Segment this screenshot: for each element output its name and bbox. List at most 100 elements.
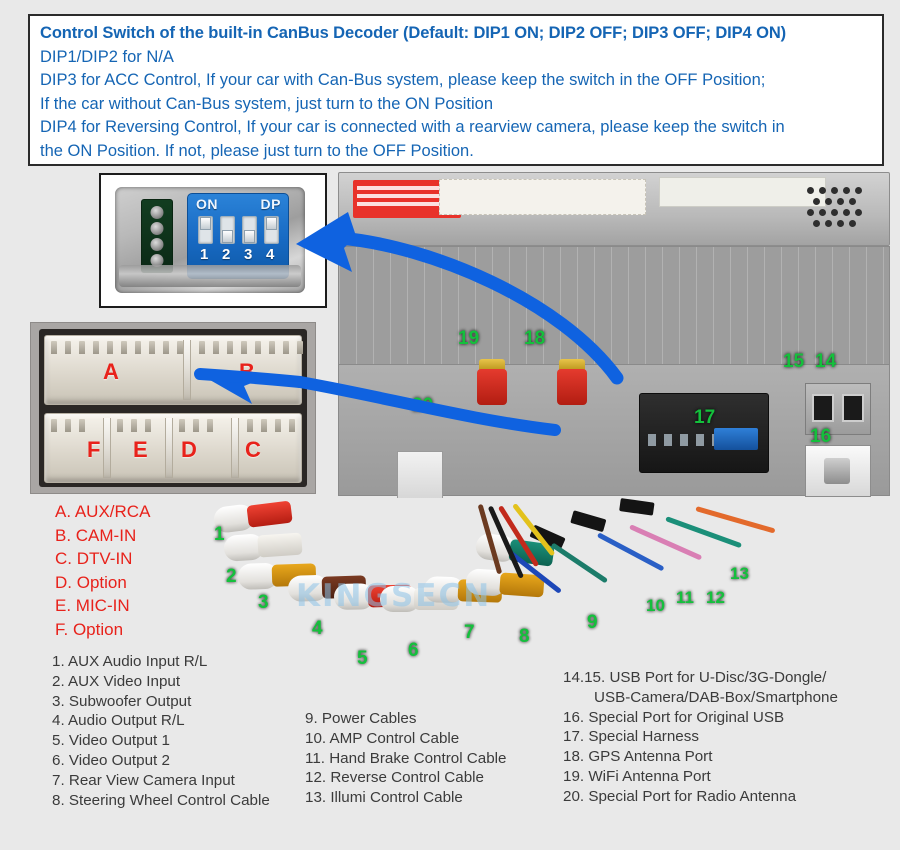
- head-unit-rear-photo: [318, 168, 900, 498]
- callout-4: 4: [312, 618, 323, 639]
- callout-7: 7: [464, 622, 475, 643]
- device-top-panel: [338, 172, 890, 246]
- callout-11: 11: [676, 588, 694, 607]
- callout-10: 10: [646, 596, 665, 615]
- connector-letter-e: E: [133, 437, 148, 462]
- connector-row-bottom: [44, 413, 302, 483]
- device-rear-panel: [338, 359, 890, 498]
- legend-item: 1. AUX Audio Input R/L: [52, 653, 208, 670]
- cable-tag-amp: [619, 498, 655, 516]
- connector-letter-d: D: [181, 437, 197, 462]
- letter-legend-item: C. DTV-IN: [55, 549, 133, 568]
- letter-legend-item: F. Option: [55, 619, 124, 639]
- harness-blue-block: [714, 428, 758, 450]
- letter-legend-item: B. CAM-IN: [55, 525, 137, 545]
- legend-item: 19. WiFi Antenna Port: [563, 767, 711, 785]
- wiring-connector-block-photo: A B F E D C: [30, 322, 316, 494]
- letter-legend: A. AUX/RCA B. CAM-IN C. DTV-IN D. Option…: [55, 500, 150, 641]
- legend-item: 4. Audio Output R/L: [52, 712, 185, 730]
- callout-1: 1: [214, 524, 225, 545]
- cable-tag-gnd: [570, 510, 607, 533]
- callout-14: 14: [815, 351, 837, 372]
- dip-number-2: 2: [222, 246, 231, 263]
- callout-8: 8: [519, 626, 530, 647]
- dip-switch-2[interactable]: [220, 216, 235, 244]
- watermark: KINGSECN: [296, 578, 492, 614]
- connector-letter-f: F: [87, 437, 101, 462]
- legend-item: USB-Camera/DAB-Box/Smartphone: [594, 688, 838, 706]
- legend-item: 7. Rear View Camera Input: [52, 771, 235, 789]
- dip-dp-label: DP: [260, 196, 281, 212]
- callout-20: 20: [412, 395, 434, 416]
- callout-16: 16: [810, 426, 832, 447]
- diagram-canvas: 19 18 20 15 14 17 16 KINGSECN 1 2 3 4 5 …: [0, 0, 900, 850]
- legend-item: 9. Power Cables: [305, 710, 417, 727]
- heatsink-fins: [338, 246, 890, 368]
- legend-item: 2. AUX Video Input: [52, 672, 181, 690]
- callout-19: 19: [458, 328, 480, 349]
- legend-item: 3. Subwoofer Output: [52, 692, 192, 710]
- original-usb-port: [805, 445, 871, 497]
- legend-item: 17. Special Harness: [563, 728, 699, 746]
- dip-number-3: 3: [244, 246, 253, 263]
- legend-item: 18. GPS Antenna Port: [563, 748, 713, 766]
- legend-item: 8. Steering Wheel Control Cable: [52, 791, 270, 809]
- legend-item: 5. Video Output 1: [52, 732, 170, 750]
- legend-item: 16. Special Port for Original USB: [563, 708, 785, 726]
- cable-harness-photo: [180, 480, 780, 665]
- callout-2: 2: [226, 566, 237, 587]
- dip-number-1: 1: [200, 246, 209, 263]
- note-line: DIP3 for ACC Control, If your car with C…: [40, 71, 766, 89]
- dip-switch-1[interactable]: [198, 216, 213, 244]
- dip-on-label: ON: [196, 196, 218, 212]
- gps-antenna-port: [557, 359, 587, 405]
- legend-item: 10. AMP Control Cable: [305, 729, 460, 747]
- legend-item: 13. Illumi Control Cable: [305, 789, 463, 807]
- legend-item: 12. Reverse Control Cable: [305, 769, 484, 787]
- legend-item: 20. Special Port for Radio Antenna: [563, 787, 797, 805]
- connector-letter-b: B: [239, 359, 255, 384]
- callout-3: 3: [258, 592, 269, 613]
- callout-18: 18: [524, 328, 546, 349]
- pcb-pin-header: [141, 199, 173, 273]
- connector-letter-c: C: [245, 437, 261, 462]
- connector-row-top: [44, 335, 303, 405]
- canbus-note-box: Control Switch of the built-in CanBus De…: [28, 14, 884, 166]
- legend-column-1: 1. AUX Audio Input R/L 2. AUX Video Inpu…: [52, 652, 270, 810]
- letter-legend-item: E. MIC-IN: [55, 596, 130, 615]
- device-label-spec: [659, 177, 826, 207]
- legend-column-2: 9. Power Cables 10. AMP Control Cable 11…: [305, 709, 507, 808]
- letter-legend-item: D. Option: [55, 572, 127, 592]
- wire-13: [695, 506, 776, 534]
- callout-13: 13: [730, 564, 749, 583]
- wifi-antenna-port: [477, 359, 507, 405]
- callout-5: 5: [357, 648, 368, 669]
- dip-switch-photo: ON DP 1 2 3 4: [99, 173, 327, 308]
- callout-17: 17: [694, 407, 716, 428]
- usb-port-15: [812, 394, 834, 422]
- device-label-white: [439, 179, 646, 215]
- note-line: If the car without Can-Bus system, just …: [40, 94, 494, 113]
- special-harness-connector: [639, 393, 769, 473]
- connector-letter-a: A: [103, 359, 119, 384]
- callout-15: 15: [783, 351, 805, 372]
- legend-item: 11. Hand Brake Control Cable: [305, 749, 507, 767]
- note-line: DIP1/DIP2 for N/A: [40, 47, 174, 66]
- legend-item: 14.15. USB Port for U-Disc/3G-Dongle/: [563, 669, 827, 686]
- wire-9: [550, 542, 609, 584]
- legend-column-3: 14.15. USB Port for U-Disc/3G-Dongle/ US…: [563, 668, 838, 807]
- speaker-grille: [807, 187, 869, 233]
- callout-9: 9: [587, 612, 598, 633]
- legend-item: 6. Video Output 2: [52, 751, 170, 769]
- note-line: the ON Position. If not, please just tur…: [40, 141, 474, 160]
- note-line-title: Control Switch of the built-in CanBus De…: [40, 24, 787, 42]
- dip-number-4: 4: [266, 246, 275, 263]
- callout-6: 6: [408, 640, 419, 661]
- dip-switch-4[interactable]: [264, 216, 279, 244]
- dip-switch-3[interactable]: [242, 216, 257, 244]
- usb-port-14: [842, 394, 864, 422]
- callout-12: 12: [706, 588, 725, 607]
- letter-legend-item: A. AUX/RCA: [55, 502, 151, 521]
- rca-plug-2: [223, 531, 303, 562]
- dip-switch-bank[interactable]: ON DP 1 2 3 4: [187, 193, 289, 279]
